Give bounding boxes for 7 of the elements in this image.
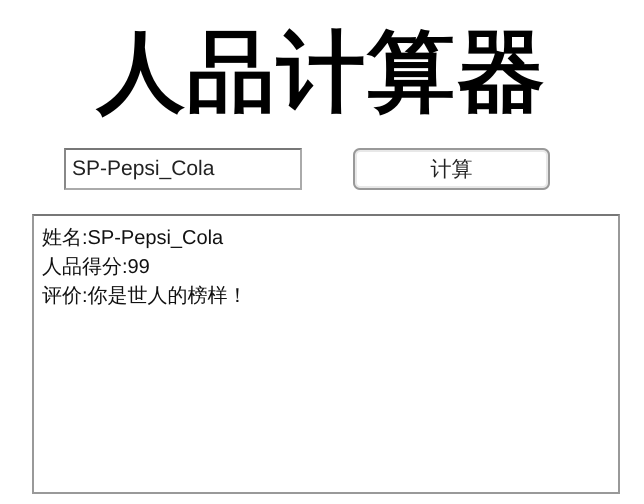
calculate-button[interactable]: 计算: [353, 148, 550, 190]
result-line: 评价:你是世人的榜样！: [42, 284, 248, 309]
result-line: 人品得分:99: [42, 255, 150, 280]
result-text-area[interactable]: 姓名:SP-Pepsi_Cola 人品得分:99 评价:你是世人的榜样！: [32, 214, 620, 494]
app-title: 人品计算器: [94, 22, 548, 122]
name-input-field[interactable]: SP-Pepsi_Cola: [64, 148, 302, 190]
result-line: 姓名:SP-Pepsi_Cola: [42, 226, 224, 251]
